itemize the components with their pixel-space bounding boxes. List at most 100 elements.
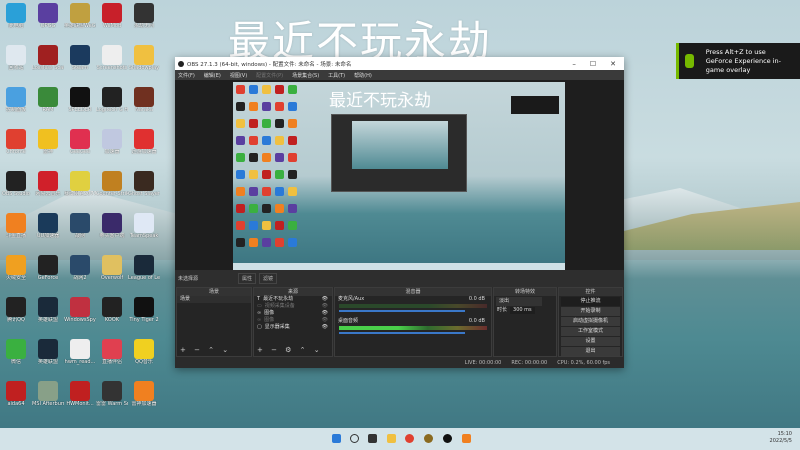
minimize-button[interactable]: – [572, 60, 576, 68]
desktop-icon[interactable]: 火绒安全 [0, 255, 32, 281]
desktop-icon[interactable]: Shadowplay [128, 45, 160, 71]
desktop-icon[interactable]: TeamSpeak [128, 213, 160, 239]
menu-scene-collection[interactable]: 场景集合(S) [292, 72, 319, 79]
desktop-icon[interactable]: Naraka [128, 87, 160, 113]
source-item[interactable]: T 最近不玩永劫 👁 [254, 296, 332, 303]
desktop-icon[interactable]: 雷神 [32, 129, 64, 155]
desktop-icon[interactable]: UU加速器 [32, 213, 64, 239]
app-icon [70, 339, 90, 359]
desktop-icon[interactable]: 雷雷 Warm Snow [96, 381, 128, 407]
desktop-icon[interactable]: 网易云音乐 [32, 171, 64, 197]
desktop-icon[interactable]: MSI Afterburner [32, 381, 64, 407]
obs-taskbar-icon[interactable] [443, 434, 452, 443]
desktop-icon[interactable]: OBS Studio [0, 171, 32, 197]
desktop-icon[interactable]: 战网 [64, 213, 96, 239]
close-button[interactable]: ✕ [610, 60, 616, 68]
desktop-icon[interactable]: Logitech G HUB [96, 87, 128, 113]
volume-slider[interactable] [339, 310, 465, 312]
desktop-icon[interactable]: 赛博朋克2077 [64, 171, 96, 197]
menu-profile[interactable]: 配置文件(P) [256, 72, 283, 79]
desktop-icon[interactable]: 直播伴侣 [96, 339, 128, 365]
desktop-icon[interactable]: Steam [64, 45, 96, 71]
desktop-icon[interactable]: Lossless Scaling [32, 45, 64, 71]
menu-file[interactable]: 文件(F) [178, 72, 195, 79]
desktop-icon[interactable]: OPGG [32, 3, 64, 29]
visibility-icon[interactable]: 👁 [322, 303, 332, 310]
chrome-icon[interactable] [405, 434, 414, 443]
source-name: 图像 [264, 317, 275, 323]
start-icon[interactable] [332, 434, 341, 443]
filters-button[interactable]: 滤镜 [259, 273, 278, 284]
desktop-icon[interactable]: KOOK [96, 297, 128, 323]
menu-help[interactable]: 帮助(H) [354, 72, 372, 79]
desktop-icon[interactable]: GeeGee [64, 129, 96, 155]
stop-streaming-button[interactable]: 停止推流 [561, 297, 620, 306]
desktop-icon[interactable]: QQ音乐 [128, 339, 160, 365]
file-explorer-icon[interactable] [387, 434, 396, 443]
desktop-icon[interactable]: 雷神加速器 [128, 381, 160, 407]
desktop-icon[interactable]: 英雄联盟 [32, 339, 64, 365]
desktop-icon[interactable]: 迅游加速器 [128, 129, 160, 155]
visibility-icon[interactable]: 👁 [322, 310, 332, 317]
start-recording-button[interactable]: 开始录制 [561, 307, 620, 316]
task-view-icon[interactable] [368, 434, 377, 443]
desktop-icon[interactable]: RAM [32, 87, 64, 113]
desktop-icon[interactable]: 战网2 [64, 255, 96, 281]
duration-input[interactable]: 300 ms [510, 307, 535, 314]
desktop-icon[interactable]: HWMonit... [64, 381, 96, 407]
search-icon[interactable] [350, 434, 359, 443]
virtual-camera-button[interactable]: 启动虚拟摄像机 [561, 317, 620, 326]
source-item[interactable]: ∞ 图像 👁 [254, 310, 332, 317]
desktop-icon[interactable]: hwm_read... [64, 339, 96, 365]
desktop-icon[interactable]: 腾讯QQ [0, 297, 32, 323]
desktop-icon[interactable]: Counter-Strike [96, 171, 128, 197]
settings-button[interactable]: 设置 [561, 337, 620, 346]
exit-button[interactable]: 退出 [561, 347, 620, 356]
desktop-icon[interactable]: 此电脑 [0, 3, 32, 29]
menu-view[interactable]: 视图(V) [230, 72, 247, 79]
desktop-icon[interactable]: 英雄联盟WeGame [64, 3, 96, 29]
source-controls[interactable]: + − ⚙ ⌃ ⌄ [257, 346, 323, 354]
desktop-icon[interactable]: 拳头客户端 [96, 213, 128, 239]
desktop-icon[interactable]: League of Legends [128, 255, 160, 281]
desktop-icon[interactable]: WeMod [96, 3, 128, 29]
desktop-icon[interactable]: 回收站 [0, 45, 32, 71]
scene-controls[interactable]: + − ⌃ ⌄ [180, 346, 231, 354]
desktop-icon[interactable]: 加速器 [96, 129, 128, 155]
desktop-icon[interactable]: Chrome [0, 129, 32, 155]
visibility-icon[interactable]: 👁 [322, 296, 332, 303]
volume-slider[interactable] [339, 332, 465, 334]
menu-edit[interactable]: 编辑(E) [204, 72, 221, 79]
desktop-icon[interactable]: SPEEDER [64, 87, 96, 113]
preview-icon [275, 238, 284, 247]
properties-button[interactable]: 属性 [238, 273, 257, 284]
preview-area[interactable]: 最近不玩永劫 [175, 80, 624, 270]
desktop-icon[interactable]: Overwolf [96, 255, 128, 281]
source-item[interactable]: ▭ 视频采集设备 👁 [254, 303, 332, 310]
transition-select[interactable]: 淡出 [496, 297, 542, 306]
visibility-icon[interactable]: 👁 [322, 324, 332, 331]
source-item[interactable]: ∞ 图像 👁 [254, 317, 332, 324]
clock[interactable]: 15:10 2022/5/5 [770, 431, 792, 445]
source-item[interactable]: ▢ 显示器采集 👁 [254, 324, 332, 331]
desktop-icon[interactable]: aida64 [0, 381, 32, 407]
desktop-icon[interactable]: WindowsSpy [64, 297, 96, 323]
desktop-icon[interactable]: 永劫无间 [128, 3, 160, 29]
desktop-icon[interactable]: 英雄联盟 [32, 297, 64, 323]
desktop-icon[interactable]: 斗鱼直播 [0, 213, 32, 239]
scene-item[interactable]: 场景 [177, 296, 251, 303]
nvidia-notification[interactable]: Press Alt+Z to use GeForce Experience in… [676, 43, 800, 79]
menu-tools[interactable]: 工具(T) [328, 72, 345, 79]
desktop-icon[interactable]: Tiny Tiger 2 [128, 297, 160, 323]
desktop-icon[interactable]: Screenshots [96, 45, 128, 71]
desktop-icon[interactable]: GeForce [32, 255, 64, 281]
desktop-icon[interactable]: 微信 [0, 339, 32, 365]
studio-mode-button[interactable]: 工作室模式 [561, 327, 620, 336]
icon-label: 微信 [10, 359, 21, 365]
desktop-icon[interactable]: Ghost Slayer [128, 171, 160, 197]
app-icon[interactable] [462, 434, 471, 443]
visibility-icon[interactable]: 👁 [322, 317, 332, 324]
desktop-icon[interactable]: 控制面板 [0, 87, 32, 113]
league-icon[interactable] [424, 434, 433, 443]
maximize-button[interactable]: ☐ [590, 60, 596, 68]
